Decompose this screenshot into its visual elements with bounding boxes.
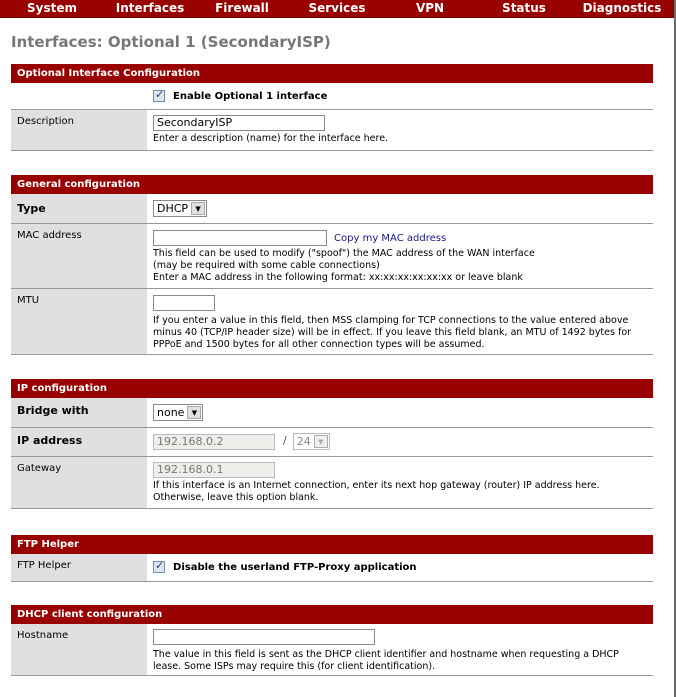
mtu-input[interactable] <box>153 295 215 311</box>
section-header: Optional Interface Configuration <box>11 64 653 83</box>
top-nav: System Interfaces Firewall Services VPN … <box>0 0 674 18</box>
section-header: DHCP client configuration <box>11 605 653 624</box>
section-header: General configuration <box>11 175 653 194</box>
mac-hint-line3: Enter a MAC address in the following for… <box>153 272 523 283</box>
gateway-label: Gateway <box>11 457 147 508</box>
subnet-separator: / <box>283 434 287 447</box>
mtu-hint: If you enter a value in this field, then… <box>153 315 632 350</box>
nav-interfaces[interactable]: Interfaces <box>104 0 196 17</box>
nav-status[interactable]: Status <box>474 0 574 17</box>
section-header: FTP Helper <box>11 535 653 554</box>
general-config-section: General configuration Type DHCP ▼ MAC ad… <box>11 175 653 355</box>
optional-interface-section: Optional Interface Configuration Enable … <box>11 64 653 151</box>
nav-diagnostics[interactable]: Diagnostics <box>574 0 670 17</box>
ip-config-section: IP configuration Bridge with none ▼ IP a… <box>11 379 653 509</box>
disable-ftp-proxy-checkbox[interactable] <box>153 559 165 573</box>
nav-vpn[interactable]: VPN <box>386 0 474 17</box>
hostname-hint: The value in this field is sent as the D… <box>153 649 619 672</box>
section-header: IP configuration <box>11 379 653 398</box>
description-label: Description <box>11 110 147 150</box>
description-hint: Enter a description (name) for the inter… <box>153 133 389 144</box>
ip-address-label: IP address <box>11 428 147 456</box>
subnet-select[interactable]: 24 ▼ <box>292 433 330 450</box>
mac-hint-line2: (may be required with some cable connect… <box>153 260 380 271</box>
nav-services[interactable]: Services <box>288 0 386 17</box>
ftp-helper-section: FTP Helper FTP Helper Disable the userla… <box>11 535 653 582</box>
type-select[interactable]: DHCP ▼ <box>153 200 208 217</box>
hostname-input[interactable] <box>153 629 375 645</box>
nav-system[interactable]: System <box>0 0 104 17</box>
page-title: Interfaces: Optional 1 (SecondaryISP) <box>11 33 331 51</box>
nav-firewall[interactable]: Firewall <box>196 0 288 17</box>
mac-hint-line1: This field can be used to modify ("spoof… <box>153 248 535 259</box>
copy-mac-link[interactable]: Copy my MAC address <box>334 233 446 244</box>
description-input[interactable]: SecondaryISP <box>153 115 325 131</box>
chevron-down-icon: ▼ <box>187 406 202 419</box>
enable-interface-label: Enable Optional 1 interface <box>173 90 328 102</box>
disable-ftp-proxy-label: Disable the userland FTP-Proxy applicati… <box>173 561 417 573</box>
type-label: Type <box>11 194 147 223</box>
bridge-with-select[interactable]: none ▼ <box>153 404 204 421</box>
gateway-input[interactable]: 192.168.0.1 <box>153 462 275 478</box>
ip-address-input[interactable]: 192.168.0.2 <box>153 433 275 450</box>
mac-address-input[interactable] <box>153 230 327 246</box>
hostname-label: Hostname <box>11 624 147 675</box>
enable-interface-checkbox[interactable] <box>153 88 165 102</box>
dhcp-client-section: DHCP client configuration Hostname The v… <box>11 605 653 676</box>
gateway-hint: If this interface is an Internet connect… <box>153 480 600 503</box>
mac-address-label: MAC address <box>11 224 147 288</box>
chevron-down-icon: ▼ <box>191 202 206 215</box>
chevron-down-icon: ▼ <box>313 435 328 448</box>
bridge-with-label: Bridge with <box>11 398 147 427</box>
mtu-label: MTU <box>11 289 147 354</box>
ftp-helper-label: FTP Helper <box>11 554 147 581</box>
